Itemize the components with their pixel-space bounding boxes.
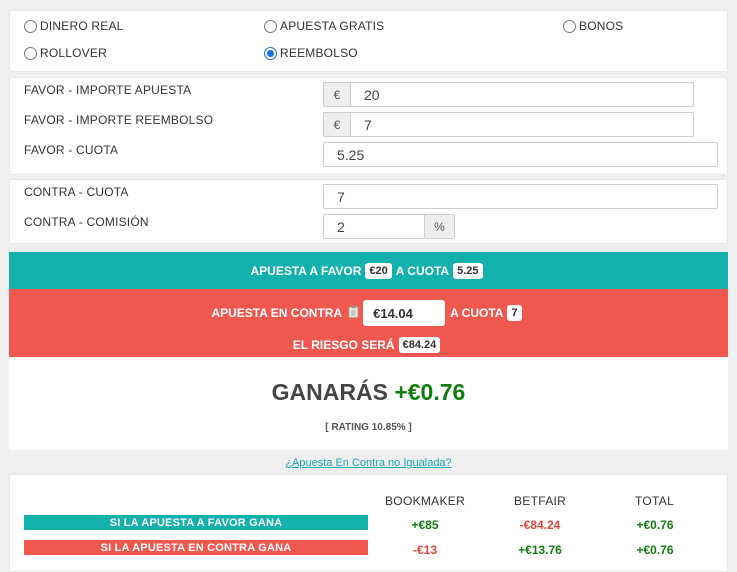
- contra-summary-text: APUESTA EN CONTRA: [211, 306, 343, 320]
- header-betfair: BETFAIR: [514, 494, 567, 508]
- contra-amount-box[interactable]: €14.04: [363, 300, 446, 326]
- favor-reembolso-input[interactable]: 7: [350, 112, 694, 137]
- radio-apuesta-gratis[interactable]: APUESTA GRATIS: [264, 19, 384, 33]
- favor-cuota-label: FAVOR - CUOTA: [24, 143, 119, 157]
- radio-selected-icon[interactable]: [264, 46, 277, 60]
- radio-label: BONOS: [579, 19, 624, 33]
- currency-addon: €: [323, 82, 351, 107]
- favor-cuota-input[interactable]: 5.25: [323, 142, 718, 167]
- radio-circle-icon[interactable]: [563, 19, 576, 33]
- header-total: TOTAL: [635, 494, 675, 508]
- radio-bonos[interactable]: BONOS: [563, 19, 623, 33]
- radio-rollover[interactable]: ROLLOVER: [24, 46, 107, 60]
- favor-bookmaker-cell: +€85: [411, 518, 439, 532]
- favor-total-cell: +€0.76: [636, 518, 674, 532]
- currency-addon: €: [323, 112, 351, 137]
- a-cuota-text: A CUOTA: [395, 263, 450, 278]
- radio-reembolso[interactable]: REEMBOLSO: [264, 46, 358, 60]
- favor-importe-input[interactable]: 20: [350, 82, 694, 107]
- radio-label: DINERO REAL: [40, 19, 124, 33]
- radio-label: REEMBOLSO: [280, 46, 358, 60]
- favor-summary-bar: APUESTA A FAVOR €20 A CUOTA 5.25: [9, 252, 728, 289]
- radio-label: ROLLOVER: [40, 46, 107, 60]
- percent-addon: %: [424, 214, 455, 239]
- favor-importe-label: FAVOR - IMPORTE APUESTA: [24, 83, 192, 97]
- header-bookmaker: BOOKMAKER: [385, 494, 466, 508]
- radio-circle-icon[interactable]: [264, 19, 277, 33]
- row-label-contra: SI LA APUESTA EN CONTRA GANA: [24, 540, 368, 555]
- unmatched-bet-link[interactable]: ¿Apuesta En Contra no Igualada?: [0, 457, 737, 469]
- clipboard-icon[interactable]: [348, 305, 359, 321]
- row-label-favor: SI LA APUESTA A FAVOR GANA: [24, 515, 368, 530]
- contra-summary-block: APUESTA EN CONTRA €14.04 A CUOTA 7 EL RI…: [9, 289, 728, 357]
- profit-value: +€0.76: [394, 379, 466, 405]
- riesgo-amount-chip: €84.24: [398, 337, 441, 353]
- radio-dinero-real[interactable]: DINERO REAL: [24, 19, 124, 33]
- contra-cuota-label: CONTRA - CUOTA: [24, 185, 129, 199]
- ganaras-label: GANARÁS: [271, 379, 388, 405]
- favor-cuota-chip: 5.25: [453, 262, 483, 279]
- favor-reembolso-label: FAVOR - IMPORTE REEMBOLSO: [24, 113, 214, 127]
- riesgo-text: EL RIESGO SERÁ: [292, 338, 395, 352]
- rating-text: [ RATING 10.85% ]: [325, 422, 412, 433]
- riesgo-row: EL RIESGO SERÁ €84.24: [9, 337, 728, 353]
- result-panel: GANARÁS +€0.76 [ RATING 10.85% ]: [9, 357, 728, 450]
- profit-line: GANARÁS +€0.76: [9, 379, 728, 406]
- contra-cuota-chip: 7: [507, 305, 522, 321]
- favor-betfair-cell: -€84.24: [519, 518, 561, 532]
- contra-betfair-cell: +€13.76: [518, 543, 562, 557]
- radio-label: APUESTA GRATIS: [280, 19, 385, 33]
- favor-amount-chip: €20: [365, 262, 392, 279]
- radio-circle-icon[interactable]: [24, 19, 37, 33]
- contra-summary-row: APUESTA EN CONTRA €14.04 A CUOTA 7: [9, 300, 728, 326]
- contra-comision-input[interactable]: 2: [323, 214, 425, 239]
- radio-circle-icon[interactable]: [24, 46, 37, 60]
- contra-comision-label: CONTRA - COMISIÓN: [24, 215, 149, 229]
- contra-total-cell: +€0.76: [636, 543, 674, 557]
- a-cuota-text: A CUOTA: [450, 306, 504, 320]
- contra-bookmaker-cell: -€13: [412, 543, 438, 557]
- contra-cuota-input[interactable]: 7: [323, 184, 718, 209]
- favor-summary-text: APUESTA A FAVOR: [250, 263, 362, 278]
